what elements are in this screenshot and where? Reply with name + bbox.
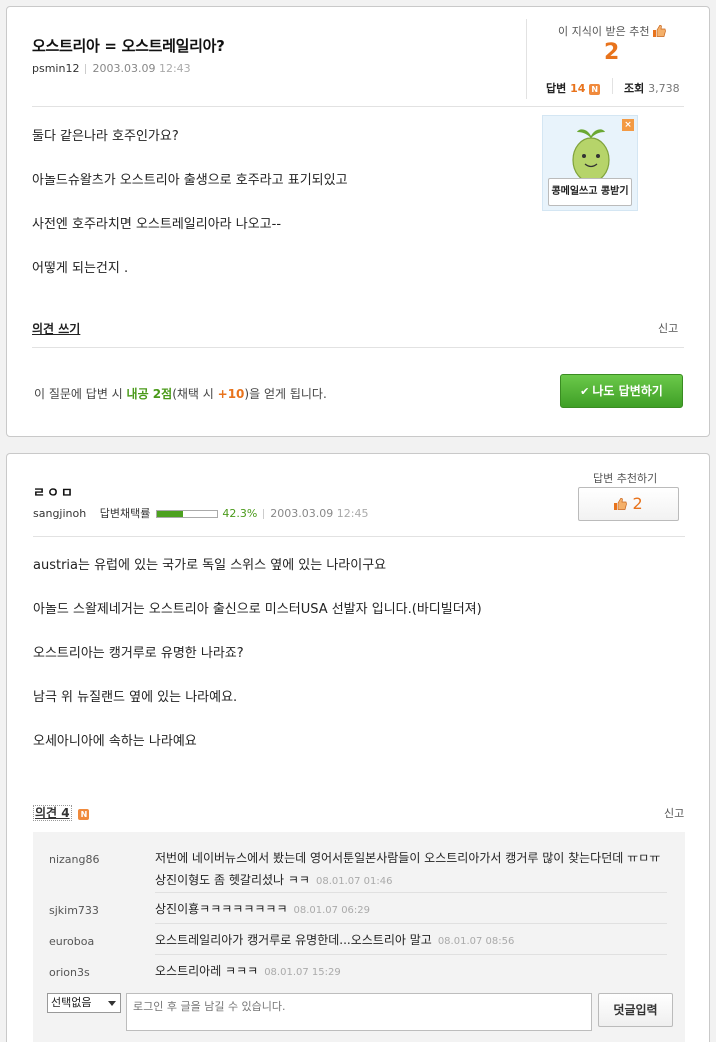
comment-separator [155, 892, 667, 893]
bean-mascot-icon [572, 129, 610, 182]
comment-user[interactable]: euroboa [49, 935, 94, 948]
comment-user[interactable]: sjkim733 [49, 904, 99, 917]
new-badge-icon: N [78, 809, 90, 820]
bonus-extra: +10 [217, 387, 245, 401]
adopt-rate-bar [156, 510, 219, 518]
answer-bonus-text: 이 질문에 답변 시 내공 2점(채택 시 +10)을 얻게 됩니다. [34, 387, 327, 401]
comment-separator [155, 954, 667, 955]
answer-report-link[interactable]: 신고 [664, 805, 684, 821]
opinion-separator [32, 347, 684, 348]
views-stat: 조회 3,738 [624, 82, 680, 95]
comment-text: 상진이횽ㅋㅋㅋㅋㅋㅋㅋㅋ 08.01.07 06:29 [155, 902, 371, 916]
comment-date: 08.01.07 15:29 [264, 967, 341, 978]
comment-user[interactable]: nizang86 [49, 853, 100, 866]
question-date: 2003.03.09 [92, 62, 156, 75]
answer-body-line: 남극 위 뉴질랜드 옆에 있는 나라예요. [33, 690, 238, 705]
comment-input[interactable] [126, 993, 592, 1031]
answer-recommend-count: 2 [632, 494, 643, 513]
answer-meta: sangjinoh 답변채택률 42.3% 2003.03.09 12:45 [33, 505, 368, 521]
answer-recommend-button[interactable]: 2 [578, 487, 679, 521]
question-time: 12:43 [158, 62, 191, 75]
close-icon[interactable]: × [622, 119, 634, 131]
answer-header-separator [33, 536, 685, 537]
visibility-select[interactable]: 선택없음 [47, 993, 121, 1013]
comment-date: 08.01.07 06:29 [293, 905, 371, 916]
answer-opinion-toggle[interactable]: 의견 4 N [33, 804, 90, 821]
answer-date: 2003.03.09 [270, 507, 334, 520]
comment-user[interactable]: orion3s [49, 966, 90, 979]
answer-body-line: 오스트리아는 캥거루로 유명한 나라죠? [33, 646, 244, 661]
comment-separator [155, 923, 667, 924]
question-body-line: 어떻게 되는건지 . [32, 261, 129, 276]
question-meta: psmin12 2003.03.09 12:43 [32, 62, 191, 75]
stat-divider [612, 78, 613, 94]
opinion-count-link[interactable]: 의견 4 [33, 805, 72, 821]
answer-time: 12:45 [336, 507, 369, 520]
promo-banner[interactable]: × 콩메일쓰고 콩받기 [542, 115, 638, 211]
comments-panel: nizang86 저번에 네이버뉴스에서 봤는데 영어서툰일본사람들이 오스트리… [33, 832, 685, 1042]
comment-text: 오스트리아레 ㅋㅋㅋ 08.01.07 15:29 [155, 964, 341, 978]
question-body-line: 아놀드슈왈츠가 오스트리아 출생으로 호주라고 표기되있고 [32, 173, 348, 188]
write-answer-button[interactable]: ✔ 나도 답변하기 [560, 374, 683, 408]
answer-title: ㄹㅇㅁ [33, 486, 75, 501]
bonus-points: 내공 2점 [126, 387, 173, 401]
thumb-up-icon [614, 498, 628, 510]
answer-recommend-label: 답변 추천하기 [593, 472, 658, 485]
new-badge-icon: N [589, 84, 601, 95]
comment-date: 08.01.07 01:46 [315, 876, 393, 887]
comment-text: 오스트레일리아가 캥거루로 유명한데...오스트리아 말고 08.01.07 08… [155, 933, 515, 947]
comment-date: 08.01.07 08:56 [437, 936, 515, 947]
visibility-select-value: 선택없음 [51, 996, 92, 1009]
check-icon: ✔ [580, 385, 590, 398]
chevron-down-icon [108, 1001, 116, 1006]
question-recommend-label: 이 지식이 받은 추천 [558, 23, 666, 39]
adopt-rate-value: 42.3% [222, 507, 258, 520]
question-author[interactable]: psmin12 [32, 62, 79, 75]
thumb-up-icon [652, 25, 666, 37]
answers-count: 14 [570, 82, 586, 95]
question-body-line: 사전엔 호주라치면 오스트레일리아라 나오고-- [32, 217, 282, 232]
views-count: 3,738 [648, 82, 680, 95]
question-recommend-count: 2 [604, 40, 620, 65]
question-body-line: 둘다 같은나라 호주인가요? [32, 129, 179, 144]
comment-text: 저번에 네이버뉴스에서 봤는데 영어서툰일본사람들이 오스트리아가서 캥거루 많… [155, 851, 661, 887]
header-divider [526, 19, 527, 99]
report-link[interactable]: 신고 [658, 320, 678, 336]
question-card: 오스트리아 = 오스트레일리아? psmin12 2003.03.09 12:43… [6, 6, 710, 437]
adopt-rate-label: 답변채택률 [99, 507, 151, 520]
answer-body-line: austria는 유럽에 있는 국가로 독일 스위스 옆에 있는 나라이구요 [33, 558, 387, 573]
answer-body-line: 오세아니아에 속하는 나라예요 [33, 734, 197, 749]
answer-body-line: 아놀드 스왈제네거는 오스트리아 출신으로 미스터USA 선발자 입니다.(바디… [33, 602, 482, 617]
comment-submit-button[interactable]: 덧글입력 [598, 993, 673, 1027]
write-opinion-link[interactable]: 의견 쓰기 [32, 320, 80, 337]
question-title: 오스트리아 = 오스트레일리아? [32, 37, 225, 55]
answer-card: ㄹㅇㅁ sangjinoh 답변채택률 42.3% 2003.03.09 12:45… [6, 453, 710, 1042]
answer-author[interactable]: sangjinoh [33, 507, 86, 520]
adopt-rate-fill [157, 511, 183, 517]
header-separator [32, 106, 684, 107]
promo-banner-label: 콩메일쓰고 콩받기 [548, 178, 632, 206]
answers-stat[interactable]: 답변 14 N [546, 80, 601, 96]
